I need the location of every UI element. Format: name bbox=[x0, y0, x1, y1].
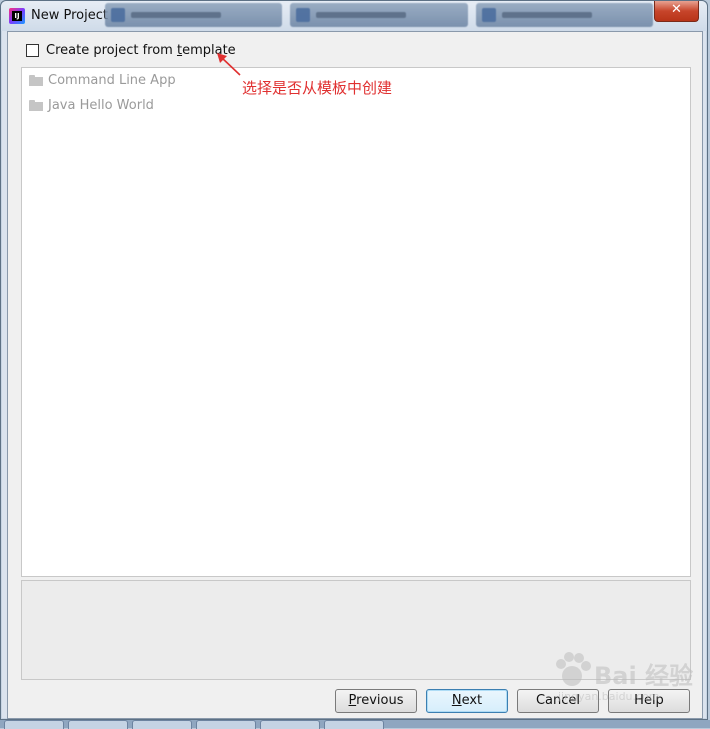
background-taskbar-tabs bbox=[105, 3, 653, 27]
template-item-label: Java Hello World bbox=[48, 98, 154, 113]
create-from-template-option[interactable]: Create project from template bbox=[26, 43, 236, 58]
cancel-button[interactable]: Cancel bbox=[517, 689, 599, 713]
next-button[interactable]: Next bbox=[426, 689, 508, 713]
template-item-label: Command Line App bbox=[48, 73, 176, 88]
dialog-content: Create project from template Command Lin… bbox=[7, 31, 703, 719]
previous-button[interactable]: Previous bbox=[335, 689, 417, 713]
taskbar bbox=[0, 720, 710, 729]
folder-icon bbox=[29, 75, 43, 86]
help-button[interactable]: Help bbox=[608, 689, 690, 713]
template-list[interactable]: Command Line App Java Hello World bbox=[21, 67, 691, 577]
background-tab bbox=[475, 3, 653, 27]
close-icon: ✕ bbox=[671, 2, 682, 17]
template-item-command-line-app[interactable]: Command Line App bbox=[29, 73, 176, 88]
create-from-template-checkbox[interactable] bbox=[26, 44, 39, 57]
create-from-template-label[interactable]: Create project from template bbox=[46, 43, 236, 58]
new-project-dialog: IJ New Project ✕ Create project from tem… bbox=[0, 0, 708, 720]
window-title: New Project bbox=[31, 8, 108, 23]
background-tab bbox=[105, 3, 283, 27]
intellij-app-icon: IJ bbox=[9, 8, 25, 24]
background-tab bbox=[290, 3, 468, 27]
annotation-text: 选择是否从模板中创建 bbox=[242, 79, 393, 97]
title-bar[interactable]: IJ New Project ✕ bbox=[1, 1, 707, 31]
annotation-arrow-icon bbox=[217, 53, 241, 76]
close-button[interactable]: ✕ bbox=[654, 1, 699, 22]
template-description-panel bbox=[21, 580, 691, 680]
folder-icon bbox=[29, 100, 43, 111]
template-item-java-hello-world[interactable]: Java Hello World bbox=[29, 98, 154, 113]
